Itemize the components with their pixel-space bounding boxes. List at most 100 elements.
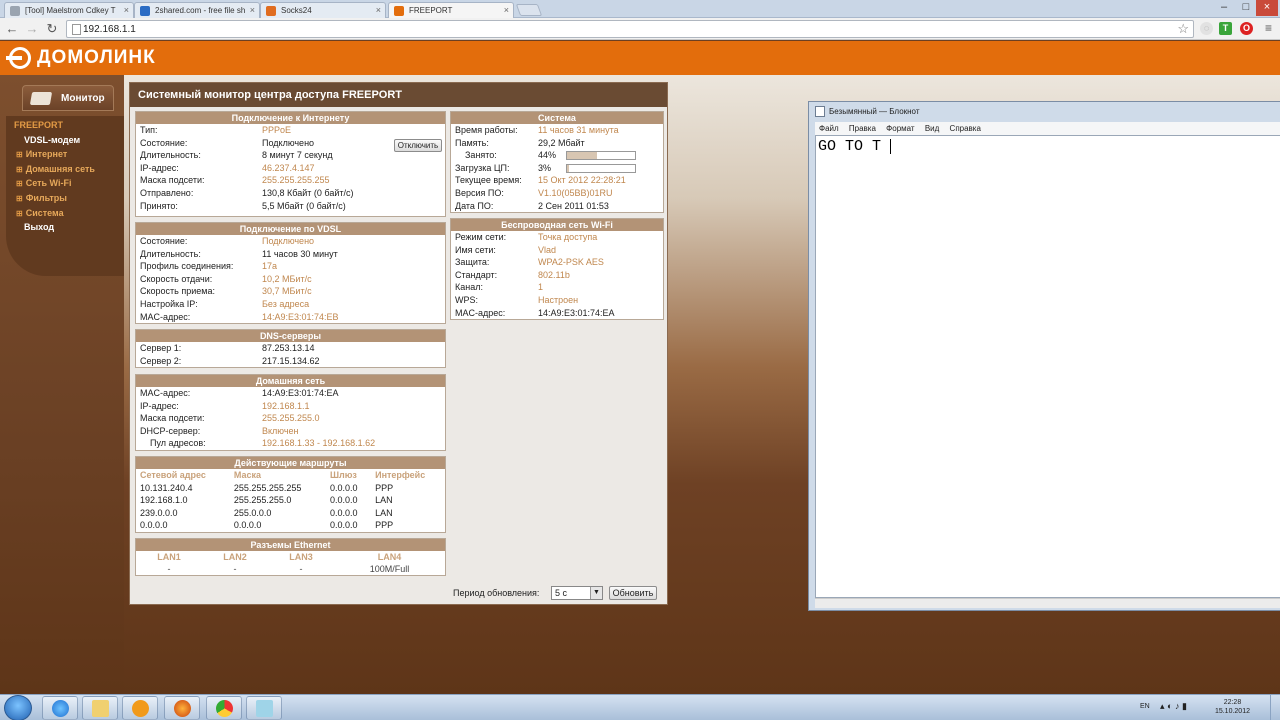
row-value: WPA2-PSK AES (538, 257, 604, 268)
tab-title: FREEPORT (409, 6, 453, 15)
routes-table: Сетевой адрес Маска Шлюз Интерфейс 10.13… (136, 469, 445, 532)
close-tab-icon[interactable]: × (376, 3, 381, 18)
system-rows: Время работы: 11 часов 31 минута Память: 29… (451, 124, 663, 212)
sidebar-item-internet[interactable]: Интернет (6, 147, 124, 162)
row-label: Канал: (455, 282, 483, 293)
brand-logo: ДОМОЛИНК (6, 47, 156, 69)
info-row: Пул адресов: 192.168.1.33 - 192.168.1.62 (136, 437, 445, 450)
refresh-period-select[interactable]: 5 с ▼ (551, 586, 603, 600)
chevron-down-icon[interactable]: ▼ (590, 587, 602, 599)
browser-tab[interactable]: 2shared.com - free file sh × (134, 2, 260, 18)
info-row: Маска подсети: 255.255.255.0 (136, 412, 445, 425)
table-cell: 0.0.0.0 (140, 520, 168, 531)
sidebar-item-logout[interactable]: Выход (6, 220, 124, 235)
row-label: Защита: (455, 257, 490, 268)
info-row: MAC-адрес: 14:A9:E3:01:74:EA (136, 387, 445, 400)
clock-time: 22:28 (1223, 699, 1242, 706)
menu-wrench-icon[interactable]: ≡ (1262, 22, 1275, 35)
extension-icon[interactable]: ◌ (1200, 22, 1213, 35)
menu-format[interactable]: Формат (886, 124, 914, 133)
taskbar-ie-button[interactable] (42, 696, 78, 720)
info-row: WPS: Настроен (451, 294, 663, 307)
tab-title: [Tool] Maelstrom Cdkey T (25, 6, 116, 15)
info-row: Скорость отдачи: 10,2 МБит/с (136, 273, 445, 286)
taskbar-explorer-button[interactable] (82, 696, 118, 720)
sidebar-item-wifi[interactable]: Сеть Wi-Fi (6, 176, 124, 191)
address-bar[interactable]: 192.168.1.1 ☆ (66, 20, 1194, 38)
close-window-icon[interactable]: × (1256, 0, 1278, 16)
sidebar-item-freeport[interactable]: FREEPORT (6, 118, 124, 133)
row-value: 14:A9:E3:01:74:EB (262, 311, 339, 322)
close-tab-icon[interactable]: × (124, 3, 129, 18)
start-button[interactable] (4, 695, 32, 720)
lan2-status: - (233, 564, 237, 574)
clock[interactable]: 22:28 15.10.2012 (1215, 698, 1250, 716)
info-row: Память: 29,2 Мбайт (451, 137, 663, 150)
monitor-panel: Системный монитор центра доступа FREEPOR… (129, 82, 668, 605)
row-label: Состояние: (140, 236, 188, 246)
table-cell: PPP (375, 520, 394, 531)
reload-icon[interactable]: ↻ (44, 21, 60, 37)
browser-tab[interactable]: [Tool] Maelstrom Cdkey T × (4, 2, 134, 18)
forward-arrow-icon[interactable]: → (24, 21, 40, 37)
menu-edit[interactable]: Правка (849, 124, 876, 133)
taskbar-media-button[interactable] (122, 696, 158, 720)
refresh-button[interactable]: Обновить (609, 586, 657, 600)
tab-title: 2shared.com - free file sh (155, 6, 246, 15)
url-text[interactable]: 192.168.1.1 (83, 23, 136, 36)
language-indicator[interactable]: EN (1140, 703, 1150, 710)
row-label: MAC-адрес: (140, 311, 191, 322)
minimize-icon[interactable]: – (1214, 0, 1234, 16)
usage-bar-fill (567, 152, 597, 160)
info-row: Режим сети: Точка доступа (451, 231, 663, 244)
maximize-icon[interactable]: □ (1236, 0, 1256, 16)
refresh-period-value: 5 с (555, 588, 568, 598)
browser-tab-strip: [Tool] Maelstrom Cdkey T × 2shared.com -… (0, 0, 1280, 19)
lan1-status: - (167, 564, 171, 574)
taskbar-notepad-button[interactable] (246, 696, 282, 720)
sidebar-item-vdsl-modem[interactable]: VDSL-модем (6, 133, 124, 148)
notepad-text-area[interactable]: GO TO T (815, 135, 1280, 598)
sidebar-tab-monitor[interactable]: Монитор (22, 85, 114, 111)
notepad-text: GO TO T (818, 138, 882, 155)
menu-view[interactable]: Вид (925, 124, 939, 133)
close-tab-icon[interactable]: × (504, 3, 509, 18)
tab-title: Socks24 (281, 6, 312, 15)
row-value: Подключено (262, 236, 315, 246)
notepad-titlebar[interactable]: Безымянный — Блокнот (809, 102, 1280, 121)
menu-help[interactable]: Справка (950, 124, 981, 133)
sidebar-item-home-network[interactable]: Домашняя сеть (6, 162, 124, 177)
sidebar-item-system[interactable]: Система (6, 206, 124, 221)
extension-opera-icon[interactable]: O (1240, 22, 1253, 35)
table-cell: 0.0.0.0 (329, 495, 358, 506)
horizontal-scrollbar[interactable] (815, 598, 1280, 608)
back-arrow-icon[interactable]: ← (4, 21, 20, 37)
sidebar-tab-label: Монитор (61, 93, 105, 104)
row-label: Профиль соединения: (140, 261, 234, 272)
row-value: Включен (262, 425, 299, 436)
page-favicon-icon (10, 6, 20, 16)
browser-tab[interactable]: Socks24 × (260, 2, 386, 18)
refresh-period-label: Период обновления: (453, 588, 540, 598)
extension-t-icon[interactable]: T (1219, 22, 1232, 35)
new-tab-button[interactable] (515, 4, 543, 16)
close-tab-icon[interactable]: × (250, 3, 255, 18)
page-favicon-icon (140, 6, 150, 16)
browser-tab-active[interactable]: FREEPORT × (388, 2, 514, 19)
row-value: 3% (538, 162, 552, 173)
disconnect-button[interactable]: Отключить (394, 139, 442, 152)
info-row: Маска подсети: 255.255.255.255 (136, 174, 445, 187)
info-row: Сервер 2: 217.15.134.62 (136, 355, 445, 368)
page-favicon-icon (394, 6, 404, 16)
sidebar-item-filters[interactable]: Фильтры (6, 191, 124, 206)
row-label: Сервер 1: (140, 343, 182, 353)
box-title: Подключение к Интернету (136, 112, 445, 124)
bookmark-star-icon[interactable]: ☆ (1177, 21, 1189, 37)
taskbar-chrome-button[interactable] (206, 696, 242, 720)
menu-file[interactable]: Файл (819, 124, 839, 133)
show-desktop-button[interactable] (1270, 695, 1280, 720)
internet-connection-box: Подключение к Интернету Тип: PPPoE Состоян… (135, 111, 446, 217)
row-value: PPPoE (262, 125, 292, 135)
taskbar-firefox-button[interactable] (164, 696, 200, 720)
tray-icons[interactable]: ▴ ◐ ♪ ▮ (1160, 701, 1187, 712)
